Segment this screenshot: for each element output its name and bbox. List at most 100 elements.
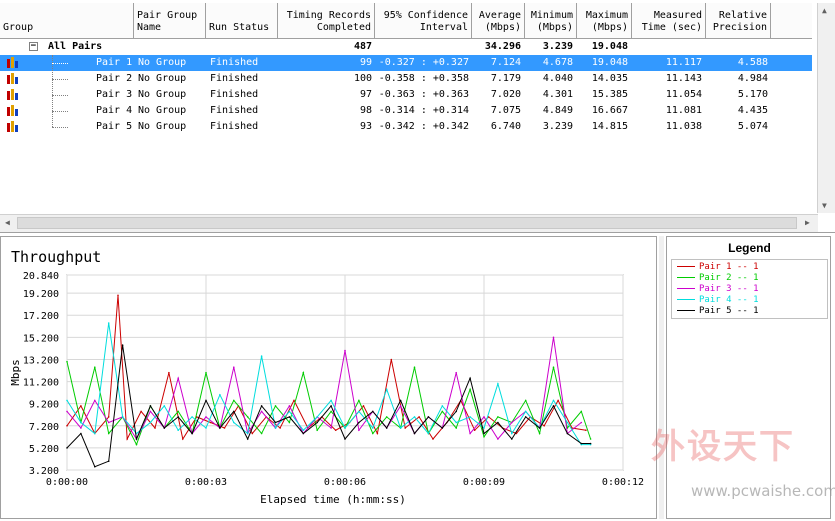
run-status: Finished xyxy=(210,105,259,116)
column-header-relative-precision[interactable]: Relative Precision xyxy=(706,3,771,39)
data-point xyxy=(66,410,68,413)
measured-time: 11.038 xyxy=(665,121,702,132)
collapse-icon[interactable]: − xyxy=(29,42,38,51)
measured-time: 11.117 xyxy=(665,57,702,68)
data-point xyxy=(182,438,184,440)
scroll-left-icon[interactable]: ◀ xyxy=(5,218,10,227)
scroll-thumb[interactable] xyxy=(17,217,797,229)
data-point xyxy=(149,405,152,407)
y-tick-label: 11.200 xyxy=(23,378,59,389)
data-point xyxy=(288,416,291,418)
pair-name: Pair 4 xyxy=(96,105,133,116)
column-header-run-status[interactable]: Run Status xyxy=(206,3,278,39)
data-point xyxy=(455,371,458,374)
column-header-measured-time[interactable]: Measured Time (sec) xyxy=(632,3,706,39)
data-point xyxy=(168,371,170,374)
measured-time: 11.054 xyxy=(665,89,702,100)
pair-group-name: No Group xyxy=(138,121,187,132)
data-point xyxy=(557,399,559,402)
data-point xyxy=(80,405,82,407)
data-point xyxy=(149,421,152,424)
scroll-up-icon[interactable]: ▲ xyxy=(822,6,827,15)
legend-swatch xyxy=(677,266,695,267)
data-point xyxy=(511,421,513,424)
legend-item: Pair 4 -- 1 xyxy=(677,295,759,306)
legend-title: Legend xyxy=(728,241,771,255)
data-point xyxy=(441,427,444,429)
pair-row[interactable]: Pair 3 No Group Finished 97 -0.363 : +0.363 7… xyxy=(0,87,812,103)
column-header-pair-group-name[interactable]: Pair Group Name xyxy=(134,3,206,39)
data-point xyxy=(376,432,379,435)
splitter[interactable] xyxy=(659,236,664,519)
legend-swatch xyxy=(677,299,695,300)
column-header-label: Pair Group Name xyxy=(137,10,198,33)
scroll-down-icon[interactable]: ▼ xyxy=(822,201,827,210)
data-point xyxy=(399,399,402,402)
pair-name: Pair 5 xyxy=(96,121,133,132)
pair-icon-bar xyxy=(15,61,18,68)
confidence-interval: -0.363 : +0.363 xyxy=(378,89,469,100)
data-point xyxy=(469,377,471,379)
data-point xyxy=(552,336,555,339)
average-mbps: 7.020 xyxy=(490,89,521,100)
summary-row-all-pairs[interactable]: − All Pairs 487 34.296 3.239 19.048 xyxy=(0,39,812,55)
pair-row[interactable]: Pair 2 No Group Finished 100 -0.358 : +0.358… xyxy=(0,71,812,87)
confidence-interval: -0.358 : +0.358 xyxy=(378,73,469,84)
scroll-right-icon[interactable]: ▶ xyxy=(805,218,810,227)
measured-time: 11.143 xyxy=(665,73,702,84)
minimum-mbps: 4.849 xyxy=(542,105,573,116)
data-point xyxy=(316,429,319,431)
column-header-confidence[interactable]: 95% Confidence Interval xyxy=(375,3,472,39)
data-point xyxy=(126,438,128,440)
timing-records: 100 xyxy=(353,73,372,84)
data-point xyxy=(441,410,444,413)
data-point xyxy=(552,405,555,407)
run-status: Finished xyxy=(210,121,259,132)
pair-icon xyxy=(7,57,19,68)
data-point xyxy=(524,416,527,418)
timing-records: 93 xyxy=(359,121,372,132)
data-point xyxy=(293,399,295,402)
data-point xyxy=(455,421,458,424)
data-point xyxy=(107,432,110,435)
y-axis-label: Mbps xyxy=(9,359,22,386)
data-point xyxy=(497,438,499,440)
data-point xyxy=(274,427,277,429)
pair-row[interactable]: Pair 1 No Group Finished 99 -0.327 : +0.327 7… xyxy=(0,55,812,71)
column-header-average[interactable]: Average (Mbps) xyxy=(472,3,525,39)
data-point xyxy=(233,366,235,368)
pair-icon-bar xyxy=(11,57,14,68)
data-point xyxy=(372,410,374,413)
data-point xyxy=(385,416,388,418)
column-header-timing-records[interactable]: Timing Records Completed xyxy=(278,3,375,39)
data-point xyxy=(94,399,96,402)
data-point xyxy=(274,405,277,407)
data-point xyxy=(385,427,388,429)
data-point xyxy=(107,460,110,462)
column-header-maximum[interactable]: Maximum (Mbps) xyxy=(577,3,632,39)
column-header-group[interactable]: Group xyxy=(0,3,134,39)
legend-item: Pair 5 -- 1 xyxy=(677,306,759,317)
data-point xyxy=(177,410,179,413)
data-point xyxy=(205,399,207,402)
tree-connector xyxy=(52,111,68,112)
run-status: Finished xyxy=(210,73,259,84)
data-point xyxy=(455,410,458,413)
data-point xyxy=(455,427,458,429)
pair-icon-bar xyxy=(11,89,14,100)
horizontal-scrollbar[interactable]: ◀ ▶ xyxy=(0,214,818,232)
data-point xyxy=(330,405,332,407)
pair-row[interactable]: Pair 4 No Group Finished 98 -0.314 : +0.314 7… xyxy=(0,103,812,119)
data-point xyxy=(80,421,82,424)
column-header-minimum[interactable]: Minimum (Mbps) xyxy=(525,3,577,39)
data-point xyxy=(177,429,179,431)
pair-row[interactable]: Pair 5 No Group Finished 93 -0.342 : +0.342 6… xyxy=(0,119,812,135)
data-point xyxy=(274,421,277,424)
chart-title: Throughput xyxy=(11,248,101,266)
data-point xyxy=(580,410,583,413)
legend-item: Pair 1 -- 1 xyxy=(677,262,759,273)
pair-icon xyxy=(7,89,19,100)
vertical-scrollbar[interactable]: ▲ ▼ xyxy=(817,3,835,213)
y-tick-label: 15.200 xyxy=(23,333,59,344)
data-point xyxy=(260,355,263,357)
